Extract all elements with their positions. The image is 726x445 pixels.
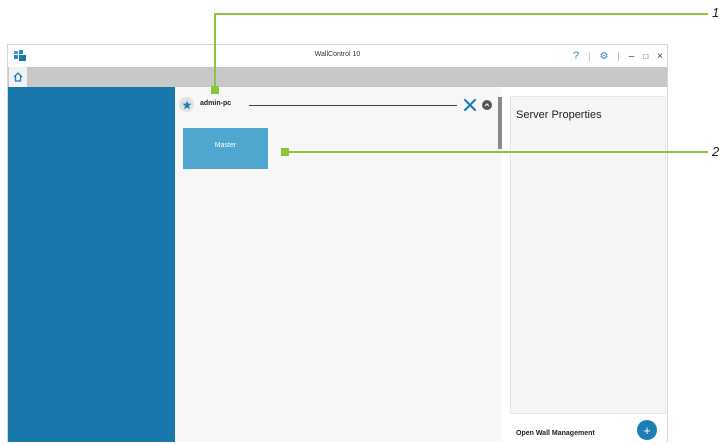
add-button[interactable]: + [637, 420, 657, 440]
panel-title: Server Properties [516, 109, 602, 121]
collapse-button[interactable] [482, 100, 492, 110]
callout-number-2: 2 [712, 144, 720, 159]
callout-line [214, 13, 708, 15]
disconnect-button[interactable] [461, 96, 479, 114]
separator: | [617, 51, 620, 61]
callout-line [286, 151, 708, 153]
separator: | [588, 51, 591, 61]
properties-panel: Server Properties Open Wall Management + [502, 87, 667, 442]
callout-marker [211, 86, 219, 94]
server-row: admin-pc [179, 97, 495, 113]
server-properties-box: Server Properties [510, 96, 666, 414]
master-wall-button[interactable]: Master [183, 128, 268, 169]
wall-workspace: admin-pc Master [175, 87, 503, 442]
help-button[interactable]: ? [573, 50, 579, 62]
gear-icon[interactable]: ⚙ [599, 51, 608, 62]
close-button[interactable]: × [657, 51, 663, 62]
divider [249, 105, 457, 106]
callout-number-1: 1 [712, 5, 720, 20]
minimize-button[interactable]: – [629, 51, 635, 62]
favorite-button[interactable] [179, 97, 194, 112]
sidebar [8, 87, 175, 442]
callout-line [214, 13, 216, 90]
star-icon [182, 100, 191, 109]
tab-bar [8, 67, 667, 87]
title-bar: WallControl 10 ? | ⚙ | – □ × [8, 45, 667, 67]
server-name: admin-pc [200, 100, 232, 107]
maximize-button[interactable]: □ [643, 52, 648, 61]
window-controls: ? | ⚙ | – □ × [573, 49, 663, 63]
chevron-up-icon [484, 103, 490, 107]
home-icon [13, 72, 23, 82]
tab-home[interactable] [9, 67, 27, 87]
disconnect-icon [463, 98, 477, 112]
open-wall-management-link[interactable]: Open Wall Management [516, 430, 595, 437]
callout-marker [281, 148, 289, 156]
window-title: WallControl 10 [314, 51, 361, 58]
app-window: WallControl 10 ? | ⚙ | – □ × admin-pc Ma… [7, 44, 668, 442]
